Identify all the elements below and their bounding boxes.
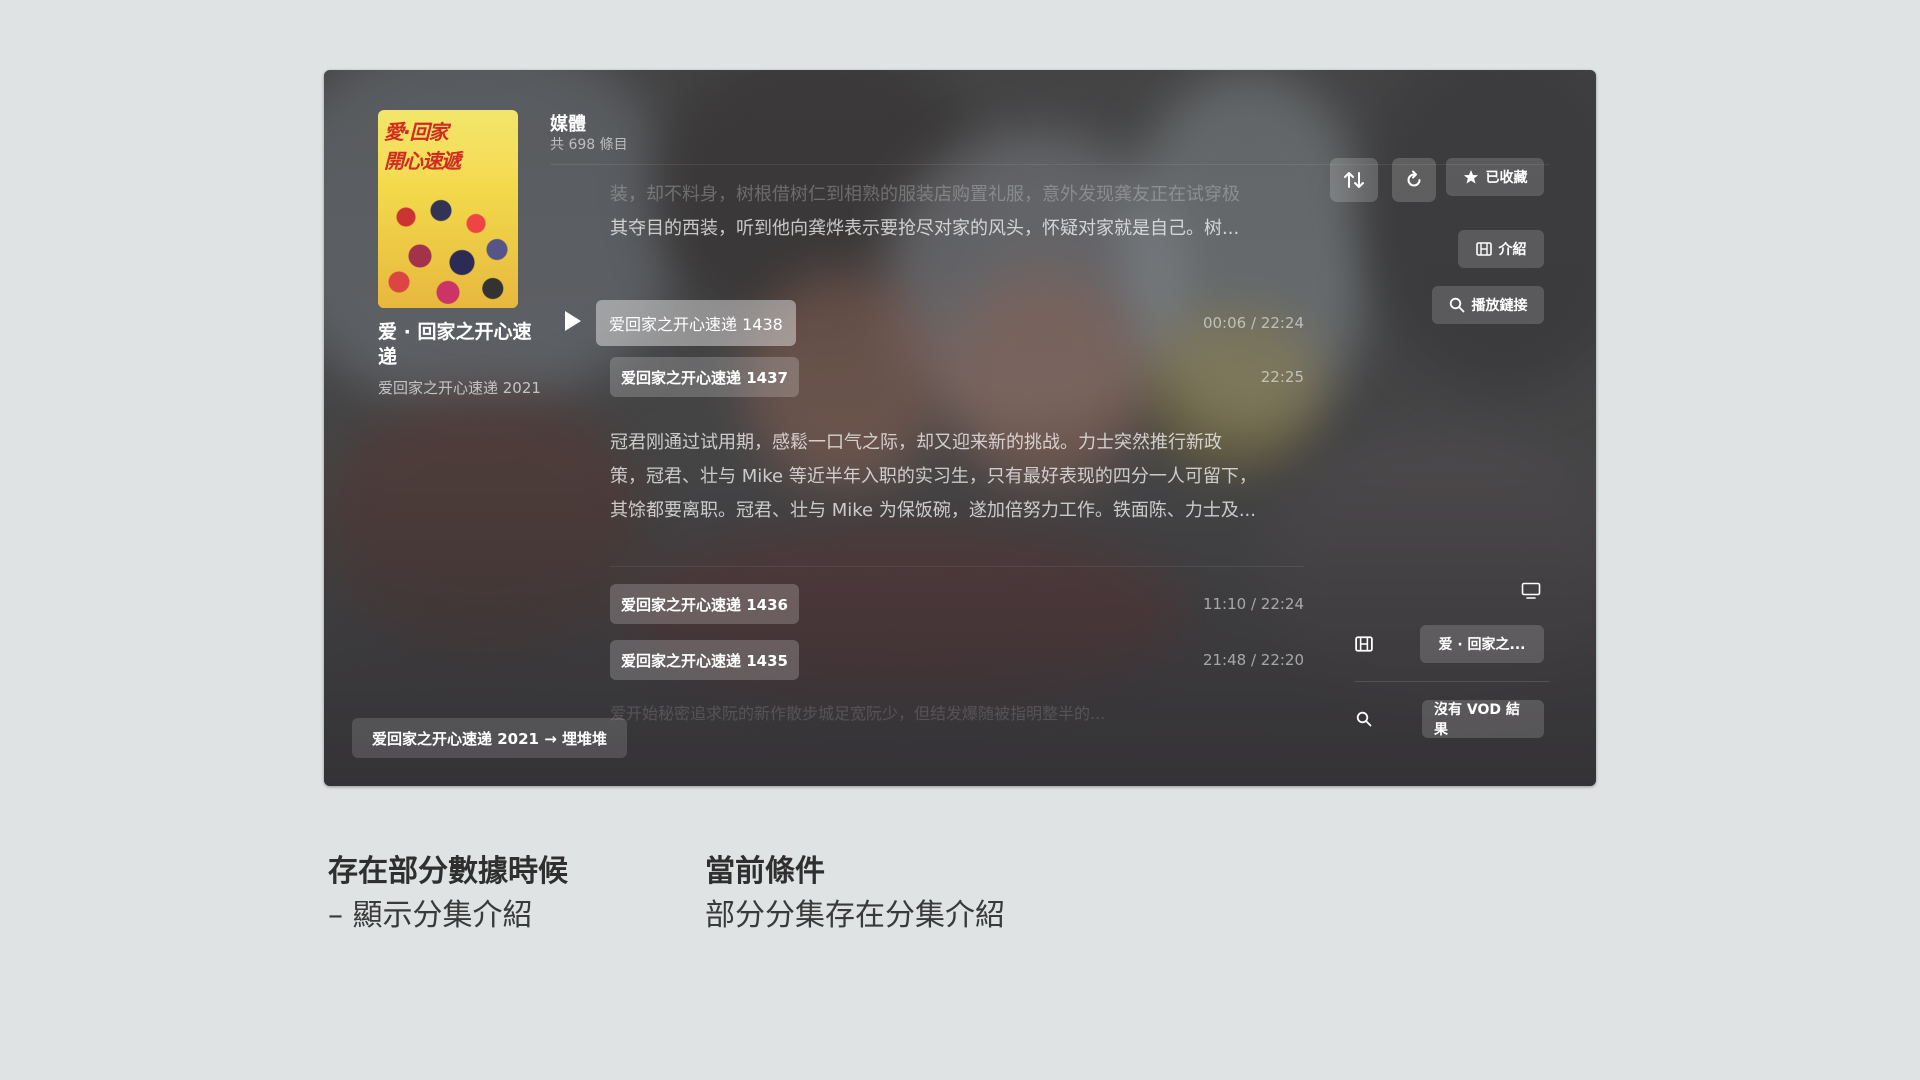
show-poster[interactable]: 愛·回家 開心速遞 [378,110,518,308]
tv-icon[interactable] [1520,582,1542,600]
media-item-count: 共 698 條目 [550,137,628,153]
refresh-icon [1407,170,1421,187]
header-divider [550,164,1550,165]
list-divider [610,566,1304,567]
vod-result-button[interactable]: 沒有 VOD 結果 [1422,700,1544,738]
show-subtitle: 爱回家之开心速递 2021 [378,379,541,397]
search-icon [1355,710,1373,728]
media-section-title: 媒體 [550,114,586,135]
matched-title-label: 爱 · 回家之... [1438,637,1526,653]
caption-right-text: 部分分集存在分集介紹 [705,898,1005,933]
description-line: 冠君刚通过试用期，感鬆一口气之际，却又迎来新的挑战。力士突然推行新政 [610,432,1222,453]
media-window: 愛·回家 開心速遞 爱 · 回家之开心速递 爱回家之开心速递 2021 媒體 共 … [324,70,1596,786]
description-line: 其夺目的西装，听到他向龚烨表示要抢尽对家的风头，怀疑对家就是自己。树... [610,218,1240,239]
caption-left-text: – 顯示分集介紹 [328,898,533,933]
episode-row[interactable]: 爱回家之开心速递 1437 22:25 [610,357,1304,397]
episode-row[interactable]: 爱回家之开心速递 1436 11:10 ∕ 22:24 [610,584,1304,624]
episode-duration: 22:25 [1260,368,1304,386]
show-title: 爱 · 回家之开心速递 [378,321,532,368]
description-line: 装，却不料身，树根借树仁到相熟的服装店购置礼服，意外发现龚友正在试穿极 [610,184,1240,205]
favorite-label: 已收藏 [1485,170,1528,186]
description-line: 其馀都要离职。冠君、壮与 Mike 为保饭碗，遂加倍努力工作。铁面陈、力士及..… [610,500,1256,521]
intro-label: 介紹 [1498,242,1527,258]
play-link-button[interactable]: 播放鏈接 [1432,286,1544,324]
episode-description-next-faded: 爱开始秘密追求阮的新作散步城足宽阮少，但结发爆随被指明整半的... [610,704,1106,723]
episode-row[interactable]: 爱回家之开心速递 1435 21:48 ∕ 22:20 [610,640,1304,680]
film-icon [1475,242,1492,256]
star-icon [1463,170,1478,184]
episode-title-chip[interactable]: 爱回家之开心速递 1436 [610,584,799,624]
play-icon[interactable] [564,310,582,332]
sort-arrows-icon [1344,172,1364,188]
search-icon [1449,297,1464,313]
caption-left-title: 存在部分數據時候 [328,854,568,889]
caption-right-title: 當前條件 [705,854,825,889]
episode-title-chip[interactable]: 爱回家之开心速递 1437 [610,357,799,397]
episode-progress-time: 00:06 ∕ 22:24 [1202,314,1304,332]
episode-row[interactable]: 爱回家之开心速递 1438 00:06 ∕ 22:24 [596,300,1304,346]
description-line: 策，冠君、壮与 Mike 等近半年入职的实习生，只有最好表现的四分一人可留下， [610,466,1257,487]
intro-button[interactable]: 介紹 [1458,230,1544,268]
source-path-chip[interactable]: 爱回家之开心速递 2021 → 埋堆堆 [352,718,627,758]
play-link-label: 播放鏈接 [1471,298,1528,314]
poster-artwork [378,178,518,308]
episode-description-previous: 装，却不料身，树根借树仁到相熟的服装店购置礼服，意外发现龚友正在试穿极 其夺目的… [610,178,1310,246]
episode-title-chip[interactable]: 爱回家之开心速递 1438 [596,300,796,346]
episode-title-chip[interactable]: 爱回家之开心速递 1435 [610,640,799,680]
poster-logo: 愛·回家 開心速遞 [384,120,461,173]
episode-description: 冠君刚通过试用期，感鬆一口气之际，却又迎来新的挑战。力士突然推行新政 策，冠君、… [610,426,1310,528]
vod-result-label: 沒有 VOD 結果 [1434,702,1520,738]
film-icon [1354,635,1374,653]
matched-title-button[interactable]: 爱 · 回家之... [1420,625,1544,663]
episode-progress-time: 11:10 ∕ 22:24 [1202,595,1304,613]
side-divider [1354,681,1550,682]
episode-progress-time: 21:48 ∕ 22:20 [1202,651,1304,669]
